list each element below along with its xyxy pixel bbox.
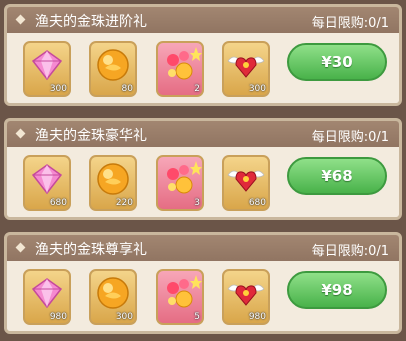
pack-header: 渔夫的金珠尊享礼 每日限购:0/1 (7, 235, 399, 261)
purchase-limit: 每日限购:0/1 (311, 16, 389, 31)
item-lucky-bag[interactable]: 5 (156, 269, 204, 325)
winged-heart-icon (227, 56, 265, 78)
item-count: 980 (49, 312, 67, 322)
pack-header: 渔夫的金珠进阶礼 每日限购:0/1 (7, 7, 399, 33)
gift-pack-premium: 渔夫的金珠尊享礼 每日限购:0/1 980 300 5 980 ¥98 (4, 232, 402, 334)
winged-heart-icon (227, 170, 265, 192)
gift-pack-advanced: 渔夫的金珠进阶礼 每日限购:0/1 300 80 2 300 ¥30 (4, 4, 402, 106)
lucky-bag-icon (167, 161, 202, 194)
purchase-limit: 每日限购:0/1 (311, 244, 389, 259)
item-gem[interactable]: 980 (23, 269, 71, 325)
pack-header: 渔夫的金珠豪华礼 每日限购:0/1 (7, 121, 399, 147)
pack-body: 980 300 5 980 ¥98 (7, 261, 399, 331)
pack-title: 渔夫的金珠进阶礼 (35, 14, 147, 30)
gold-pearl-icon (97, 163, 129, 195)
item-count: 980 (248, 312, 266, 322)
pack-title: 渔夫的金珠尊享礼 (35, 242, 147, 258)
buy-button[interactable]: ¥68 (287, 157, 387, 195)
item-gold-pearl[interactable]: 300 (89, 269, 137, 325)
item-gem[interactable]: 300 (23, 41, 71, 97)
gem-icon (31, 164, 63, 195)
gold-pearl-icon (97, 277, 129, 309)
item-count: 2 (194, 84, 200, 94)
item-lucky-bag[interactable]: 2 (156, 41, 204, 97)
diamond-bullet-icon (15, 128, 26, 139)
diamond-bullet-icon (15, 242, 26, 253)
item-gold-pearl[interactable]: 80 (89, 41, 137, 97)
item-lucky-bag[interactable]: 3 (156, 155, 204, 211)
winged-heart-icon (227, 284, 265, 306)
item-count: 5 (194, 312, 200, 322)
gift-pack-deluxe: 渔夫的金珠豪华礼 每日限购:0/1 680 220 3 680 ¥68 (4, 118, 402, 220)
item-gem[interactable]: 680 (23, 155, 71, 211)
pack-body: 680 220 3 680 ¥68 (7, 147, 399, 217)
item-winged-heart[interactable]: 980 (222, 269, 270, 325)
gem-icon (31, 50, 63, 81)
lucky-bag-icon (167, 275, 202, 308)
item-count: 300 (115, 312, 133, 322)
item-gold-pearl[interactable]: 220 (89, 155, 137, 211)
item-count: 80 (121, 84, 133, 94)
item-winged-heart[interactable]: 680 (222, 155, 270, 211)
pack-body: 300 80 2 300 ¥30 (7, 33, 399, 103)
purchase-limit: 每日限购:0/1 (311, 130, 389, 145)
item-winged-heart[interactable]: 300 (222, 41, 270, 97)
buy-button[interactable]: ¥98 (287, 271, 387, 309)
item-count: 220 (115, 198, 133, 208)
item-count: 680 (248, 198, 266, 208)
item-count: 300 (49, 84, 67, 94)
pack-title: 渔夫的金珠豪华礼 (35, 128, 147, 144)
item-count: 300 (248, 84, 266, 94)
gold-pearl-icon (97, 49, 129, 81)
gem-icon (31, 278, 63, 309)
buy-button[interactable]: ¥30 (287, 43, 387, 81)
lucky-bag-icon (167, 47, 202, 80)
item-count: 680 (49, 198, 67, 208)
diamond-bullet-icon (15, 14, 26, 25)
item-count: 3 (194, 198, 200, 208)
